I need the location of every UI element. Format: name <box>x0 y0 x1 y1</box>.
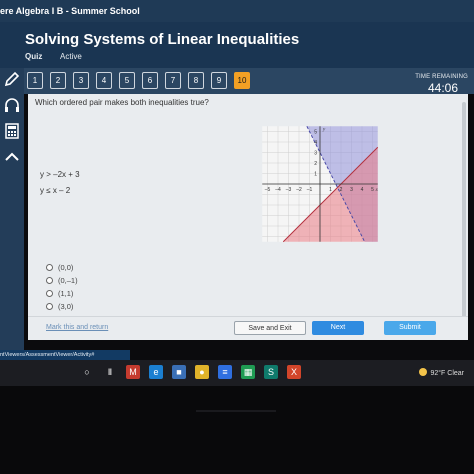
question-nav: 1 2 3 4 5 6 7 8 9 10 TIME REMAINING 44:06 <box>0 68 474 95</box>
quiz-label: Quiz <box>25 52 43 61</box>
page-title: Solving Systems of Linear Inequalities <box>25 31 300 48</box>
y-tick-label: 1 <box>314 172 317 178</box>
question-prompt: Which ordered pair makes both inequaliti… <box>35 98 209 107</box>
question-10-button[interactable]: 10 <box>234 72 250 89</box>
browser-title-bar: ere Algebra I B - Summer School <box>0 0 474 22</box>
radio-button[interactable] <box>46 290 53 297</box>
screen: ere Algebra I B - Summer School Solving … <box>0 0 474 474</box>
chrome-icon[interactable]: ● <box>195 365 209 379</box>
scrollbar[interactable] <box>462 102 466 327</box>
x-tick-label: –2 <box>296 187 302 193</box>
x-tick-label: –4 <box>275 187 281 193</box>
weather-text: 92°F Clear <box>430 370 464 377</box>
question-1-button[interactable]: 1 <box>27 72 43 89</box>
calculator-icon[interactable] <box>3 122 21 140</box>
app-header: Solving Systems of Linear Inequalities Q… <box>0 22 474 68</box>
radio-button[interactable] <box>46 264 53 271</box>
monitor-bezel <box>0 386 474 474</box>
gmail-icon[interactable]: M <box>126 365 140 379</box>
next-button[interactable]: Next <box>312 321 364 335</box>
answer-option-label: (1,1) <box>58 289 74 298</box>
docs-icon[interactable]: ≡ <box>218 365 232 379</box>
x-tick-label: 5 <box>371 187 374 193</box>
x-tick-label: 2 <box>340 187 343 193</box>
x-axis-label: x <box>375 188 379 193</box>
mark-and-return-link[interactable]: Mark this and return <box>46 324 108 331</box>
store-icon[interactable]: ■ <box>172 365 186 379</box>
radio-button[interactable] <box>46 303 53 310</box>
sheets-icon[interactable]: ▦ <box>241 365 255 379</box>
collapse-icon[interactable] <box>3 148 21 166</box>
question-5-button[interactable]: 5 <box>119 72 135 89</box>
status-url: ntViewers/AssessmentViewer/Activity# <box>0 350 130 360</box>
y-tick-label: 4 <box>314 140 317 146</box>
inequality-1: y > –2x + 3 <box>40 170 80 179</box>
question-3-button[interactable]: 3 <box>73 72 89 89</box>
headphones-icon[interactable] <box>3 96 21 114</box>
x-tick-label: –1 <box>307 187 313 193</box>
question-9-button[interactable]: 9 <box>211 72 227 89</box>
status-label: Active <box>60 52 82 61</box>
pencil-icon[interactable] <box>3 70 21 88</box>
submit-button[interactable]: Submit <box>384 321 436 335</box>
answer-option-label: (3,0) <box>58 302 74 311</box>
x-tick-label: 4 <box>361 187 364 193</box>
answer-option-label: (0,–1) <box>58 276 78 285</box>
action-bar: Mark this and return Save and Exit Next … <box>28 316 468 340</box>
monitor-logo-icon <box>196 410 276 412</box>
question-panel: Which ordered pair makes both inequaliti… <box>28 94 468 340</box>
question-2-button[interactable]: 2 <box>50 72 66 89</box>
time-remaining-label: TIME REMAINING <box>415 74 468 80</box>
x-tick-label: –5 <box>265 187 271 193</box>
window-title: ere Algebra I B - Summer School <box>0 6 140 16</box>
answer-option-label: (0,0) <box>58 263 74 272</box>
windows-search-icon[interactable]: ○ <box>80 365 94 379</box>
question-8-button[interactable]: 8 <box>188 72 204 89</box>
inequality-graph: –5 –4 –3 –2 –1 1 2 3 4 554321xy <box>262 126 379 243</box>
save-and-exit-button[interactable]: Save and Exit <box>234 321 306 335</box>
sway-icon[interactable]: S <box>264 365 278 379</box>
question-4-button[interactable]: 4 <box>96 72 112 89</box>
question-6-button[interactable]: 6 <box>142 72 158 89</box>
inequality-2: y ≤ x – 2 <box>40 186 71 195</box>
tool-sidebar <box>0 68 24 352</box>
task-view-icon[interactable]: Ⅱ <box>103 365 117 379</box>
x-tick-label: 1 <box>329 187 332 193</box>
excel-icon[interactable]: X <box>287 365 301 379</box>
radio-button[interactable] <box>46 277 53 284</box>
time-remaining-value: 44:06 <box>427 81 458 95</box>
x-tick-label: –3 <box>286 187 292 193</box>
weather-widget[interactable]: 92°F Clear <box>419 368 464 377</box>
edge-icon[interactable]: e <box>149 365 163 379</box>
x-tick-label: 3 <box>350 187 353 193</box>
moon-icon <box>419 368 428 376</box>
question-7-button[interactable]: 7 <box>165 72 181 89</box>
y-tick-label: 3 <box>314 151 317 157</box>
taskbar: ○ Ⅱ Me ■ ● ≡ ▦ S X 92°F Clear <box>0 360 474 386</box>
y-tick-label: 5 <box>314 130 317 136</box>
y-tick-label: 2 <box>314 161 317 167</box>
